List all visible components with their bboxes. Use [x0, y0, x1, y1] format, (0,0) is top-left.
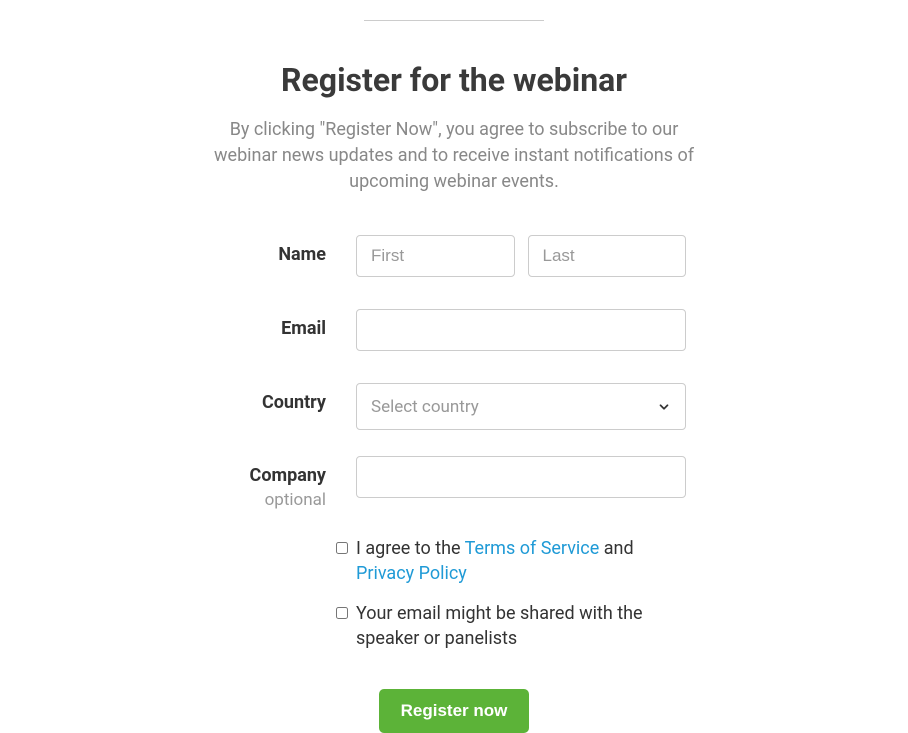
register-button[interactable]: Register now	[379, 689, 530, 733]
company-label: Company	[194, 465, 326, 486]
privacy-policy-link[interactable]: Privacy Policy	[356, 563, 467, 584]
first-name-input[interactable]	[356, 235, 515, 277]
divider	[364, 20, 544, 21]
country-select[interactable]: Select country	[356, 383, 686, 430]
tos-checkbox[interactable]	[336, 542, 348, 554]
email-row: Email	[194, 309, 714, 351]
country-label: Country	[194, 392, 326, 413]
company-sublabel: optional	[194, 490, 326, 510]
share-email-checkbox[interactable]	[336, 607, 348, 619]
tos-link[interactable]: Terms of Service	[465, 538, 600, 559]
share-email-text: Your email might be shared with the spea…	[356, 601, 686, 651]
name-row: Name	[194, 235, 714, 277]
last-name-input[interactable]	[528, 235, 687, 277]
tos-prefix: I agree to the	[356, 538, 465, 559]
email-input[interactable]	[356, 309, 686, 351]
email-label: Email	[194, 318, 326, 339]
registration-form: Name Email Country Select country	[194, 235, 714, 733]
name-label: Name	[194, 244, 326, 265]
country-row: Country Select country	[194, 383, 714, 430]
company-row: Company optional	[194, 456, 714, 510]
share-email-checkbox-row: Your email might be shared with the spea…	[174, 601, 714, 651]
page-subtitle: By clicking "Register Now", you agree to…	[214, 117, 694, 195]
tos-checkbox-row: I agree to the Terms of Service and Priv…	[174, 536, 714, 586]
company-input[interactable]	[356, 456, 686, 498]
tos-conj: and	[599, 538, 633, 559]
page-title: Register for the webinar	[0, 61, 908, 99]
country-select-placeholder: Select country	[371, 397, 479, 417]
tos-text: I agree to the Terms of Service and Priv…	[356, 536, 686, 586]
